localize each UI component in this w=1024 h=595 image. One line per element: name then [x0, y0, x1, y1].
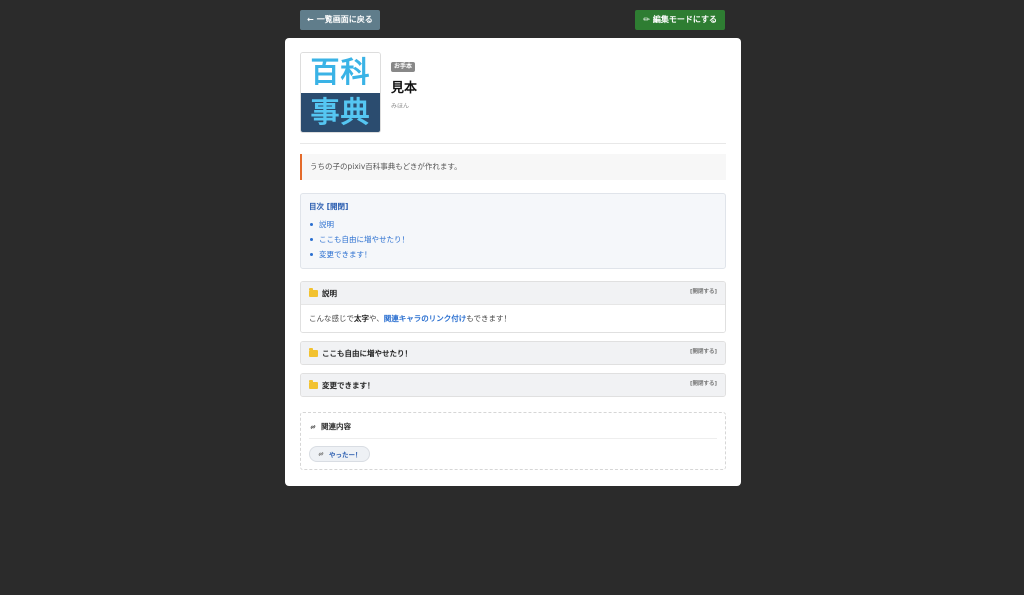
- section-changeable: 変更できます！ [開閉する]: [300, 373, 726, 397]
- section-header[interactable]: 説明 [開閉する]: [301, 282, 725, 304]
- related-header: 関連内容: [309, 421, 717, 439]
- table-of-contents: 目次 [開閉] 説明 ここも自由に増やせたり！ 変更できます！: [300, 193, 726, 269]
- section-toggle-button[interactable]: [開閉する]: [690, 379, 717, 387]
- section-toggle-button[interactable]: [開閉する]: [690, 347, 717, 355]
- page-title: 見本: [391, 81, 418, 96]
- logo-bottom-text: 事典: [301, 92, 380, 132]
- section-title: 説明: [322, 288, 337, 298]
- header-divider: [300, 143, 726, 144]
- article-card: 百科 事典 お手本 見本 みほん うちの子のpixiv百科事典もどきが作れます。…: [285, 38, 741, 486]
- related-item-chip[interactable]: やったー！: [309, 446, 370, 462]
- folder-icon: [309, 379, 318, 389]
- body-text-post: もできます！: [466, 314, 511, 323]
- section-header[interactable]: ここも自由に増やせたり！ [開閉する]: [301, 342, 725, 364]
- toc-item-add-freely[interactable]: ここも自由に増やせたり！: [309, 232, 717, 247]
- link-icon: [318, 452, 324, 456]
- arrow-left-icon: ←: [307, 15, 314, 24]
- edit-mode-button[interactable]: ✏ 編集モードにする: [635, 10, 725, 30]
- sample-tag-badge: お手本: [391, 62, 416, 72]
- encyclopedia-logo: 百科 事典: [300, 52, 381, 133]
- toc-list: 説明 ここも自由に増やせたり！ 変更できます！: [309, 217, 717, 262]
- back-button-label: 一覧画面に戻る: [316, 15, 373, 24]
- toc-title: 目次 [開閉]: [309, 201, 717, 212]
- toc-toggle-link[interactable]: [開閉]: [327, 202, 349, 211]
- section-title: ここも自由に増やせたり！: [322, 348, 412, 358]
- link-icon: [310, 424, 316, 429]
- related-title: 関連内容: [321, 422, 351, 431]
- folder-icon: [309, 347, 318, 357]
- body-bold-text: 太字: [354, 314, 369, 323]
- toc-item-changeable[interactable]: 変更できます！: [309, 247, 717, 262]
- logo-top-text: 百科: [301, 53, 380, 93]
- pencil-icon: ✏: [643, 15, 650, 24]
- section-add-freely: ここも自由に増やせたり！ [開閉する]: [300, 341, 726, 365]
- top-toolbar: ← 一覧画面に戻る ✏ 編集モードにする: [300, 10, 725, 30]
- related-character-link[interactable]: 関連キャラのリンク付け: [384, 314, 467, 323]
- edit-button-label: 編集モードにする: [652, 15, 717, 24]
- back-to-list-button[interactable]: ← 一覧画面に戻る: [300, 10, 380, 30]
- toc-item-explanation[interactable]: 説明: [309, 217, 717, 232]
- article-header: 百科 事典 お手本 見本 みほん: [300, 52, 726, 134]
- body-text-mid: や、: [369, 314, 384, 323]
- folder-icon: [309, 287, 318, 297]
- section-header[interactable]: 変更できます！ [開閉する]: [301, 374, 725, 396]
- article-summary: うちの子のpixiv百科事典もどきが作れます。: [300, 154, 726, 180]
- body-text-pre: こんな感じで: [309, 314, 354, 323]
- related-item-label: やったー！: [329, 451, 362, 459]
- title-area: お手本 見本 みほん: [391, 52, 417, 134]
- section-explanation: 説明 [開閉する] こんな感じで太字や、関連キャラのリンク付けもできます！: [300, 281, 726, 333]
- related-content-box: 関連内容 やったー！: [300, 412, 726, 470]
- section-toggle-button[interactable]: [開閉する]: [690, 287, 717, 295]
- section-body: こんな感じで太字や、関連キャラのリンク付けもできます！: [301, 304, 725, 332]
- page-title-reading: みほん: [391, 103, 410, 110]
- section-title: 変更できます！: [322, 380, 375, 390]
- toc-title-text: 目次: [309, 202, 324, 211]
